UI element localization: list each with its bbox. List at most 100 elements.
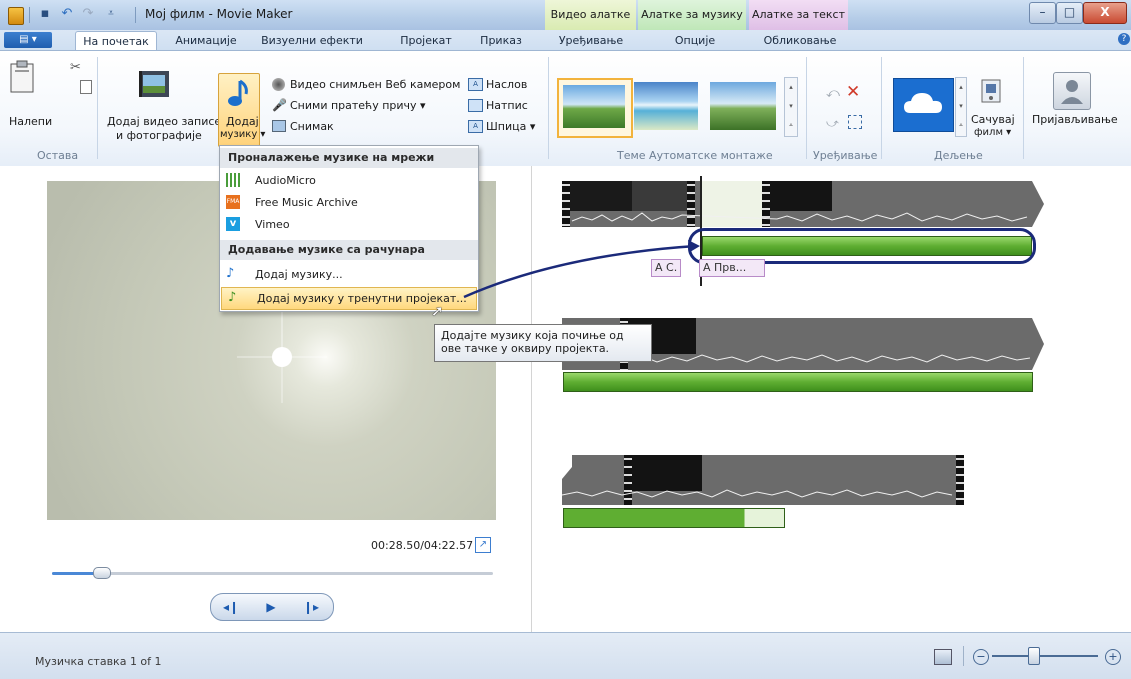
group-label-clipboard: Остава [37, 149, 79, 162]
caption-chip[interactable]: A C. [651, 259, 682, 277]
zoom-out-icon[interactable]: − [973, 649, 989, 665]
menu-item-add-music[interactable]: ♪ Додај музику... [220, 264, 478, 285]
webcam-video-button[interactable]: Видео снимљен Веб камером [290, 78, 460, 91]
movie-maker-app-icon[interactable] [8, 7, 24, 25]
tab-edit[interactable]: Уређивање [551, 31, 631, 50]
add-music-label-2: музику ▾ [220, 129, 266, 140]
fullscreen-icon[interactable]: ↗ [475, 537, 491, 553]
cut-icon[interactable]: ✂ [70, 60, 81, 75]
tooltip-line-2: ове тачке у оквиру пројекта. [441, 342, 610, 355]
sharing-scroll[interactable]: ▴ ▾ ⩡ [955, 77, 967, 137]
copy-icon[interactable] [80, 80, 92, 94]
music-note-icon [226, 78, 252, 110]
next-frame-icon[interactable]: ❙▸ [294, 597, 328, 617]
divider [97, 57, 98, 159]
tab-view[interactable]: Приказ [474, 31, 528, 50]
caption-icon [468, 99, 483, 112]
zoom-slider-thumb[interactable] [1028, 647, 1040, 665]
zoom-in-icon[interactable]: + [1105, 649, 1121, 665]
customize-toolbar-icon[interactable]: ⩡ [103, 6, 119, 22]
rotate-right-icon[interactable]: ⤻ [826, 116, 839, 131]
theme-thumb-1[interactable] [557, 78, 633, 138]
music-clip-row-3[interactable] [563, 508, 785, 528]
theme-thumb-3[interactable] [710, 82, 776, 130]
menu-item-free-music-archive[interactable]: FMA Free Music Archive [220, 192, 478, 213]
cloud-icon [904, 93, 942, 113]
menu-item-label: Free Music Archive [255, 196, 358, 209]
file-menu-button[interactable]: ▤ ▾ [4, 32, 52, 48]
fma-icon: FMA [226, 195, 240, 209]
audio-waveform [562, 489, 953, 498]
add-music-label-1: Додај [226, 115, 259, 128]
rotate-left-icon[interactable]: ⤺ [826, 86, 840, 101]
title-icon: A [468, 78, 483, 91]
tab-format[interactable]: Обликовање [760, 31, 840, 50]
credits-button[interactable]: Шпица ▾ [486, 120, 535, 133]
window-title: Мој филм - Movie Maker [145, 7, 293, 21]
seek-thumb[interactable] [93, 567, 111, 579]
maximize-button[interactable]: □ [1056, 2, 1083, 24]
menu-item-label: AudioMicro [255, 174, 316, 187]
seek-bar[interactable] [52, 572, 493, 575]
tab-project[interactable]: Пројекат [394, 31, 458, 50]
zoom-slider-track[interactable] [992, 655, 1098, 657]
status-text: Музичка ставка 1 of 1 [35, 655, 162, 668]
sign-in-icon[interactable] [1053, 72, 1091, 110]
music-clip-row-2[interactable] [563, 372, 1033, 392]
video-clip-row-1[interactable] [562, 181, 1044, 227]
playback-time: 00:28.50/04:22.57 [371, 539, 474, 552]
sign-in-button[interactable]: Пријављивање [1032, 113, 1118, 126]
add-music-dropdown: Проналажење музике на мрежи AudioMicro F… [219, 145, 479, 312]
add-videos-photos-icon[interactable] [135, 69, 175, 103]
title-bar: ▪ ↶ ↷ ⩡ Мој филм - Movie Maker Видео ала… [0, 0, 1131, 31]
record-narration-button[interactable]: Сними пратећу причу ▾ [290, 99, 426, 112]
audiomicro-icon [226, 173, 240, 187]
onedrive-share-button[interactable] [893, 78, 954, 132]
divider [963, 646, 964, 666]
title-chip[interactable]: A Прв... [699, 259, 765, 277]
paste-button-label[interactable]: Налепи [9, 115, 52, 128]
webcam-icon [272, 78, 285, 91]
themes-scroll[interactable]: ▴ ▾ ⩡ [784, 77, 798, 137]
theme-thumb-2[interactable] [634, 82, 698, 130]
save-movie-label-2[interactable]: филм ▾ [974, 127, 1011, 138]
previous-frame-icon[interactable]: ◂❙ [214, 597, 248, 617]
tab-animations[interactable]: Анимације [170, 31, 242, 50]
snapshot-button[interactable]: Снимак [290, 120, 334, 133]
mouse-cursor-icon: ➚ [431, 302, 444, 320]
divider [135, 7, 136, 23]
divider [548, 57, 549, 159]
remove-icon[interactable]: ✕ [846, 82, 860, 102]
caption-button[interactable]: Натпис [486, 99, 528, 112]
menu-section-online: Проналажење музике на мрежи [220, 148, 478, 168]
music-note-green-icon: ♪ [228, 290, 237, 305]
menu-item-label: Vimeo [255, 218, 290, 231]
divider [881, 57, 882, 159]
title-button[interactable]: Наслов [486, 78, 527, 91]
tab-options[interactable]: Опције [660, 31, 730, 50]
menu-item-vimeo[interactable]: v Vimeo [220, 214, 478, 235]
group-label-editing: Уређивање [813, 149, 878, 162]
redo-icon[interactable]: ↷ [80, 6, 96, 22]
storyboard-view-icon[interactable] [934, 649, 952, 665]
add-videos-label-2[interactable]: и фотографије [116, 129, 202, 142]
add-videos-label-1[interactable]: Додај видео записе [107, 115, 221, 128]
tooltip: Додајте музику која почиње од ове тачке … [434, 324, 652, 362]
snapshot-icon [272, 120, 286, 132]
save-movie-label-1[interactable]: Сачувај [971, 113, 1015, 126]
save-icon[interactable]: ▪ [37, 6, 53, 22]
menu-item-audiomicro[interactable]: AudioMicro [220, 170, 478, 191]
play-icon[interactable]: ▶ [254, 597, 288, 617]
group-label-themes: Теме Аутоматске монтаже [617, 149, 773, 162]
audio-waveform [571, 212, 1028, 222]
minimize-button[interactable]: – [1029, 2, 1056, 24]
tab-visual-effects[interactable]: Визуелни ефекти [257, 31, 367, 50]
video-clip-row-3[interactable] [562, 455, 964, 505]
close-button[interactable]: X [1083, 2, 1127, 24]
paste-icon[interactable] [8, 58, 38, 96]
tab-home[interactable]: На почетак [75, 31, 157, 51]
select-all-icon[interactable] [848, 115, 862, 129]
help-icon[interactable]: ? [1118, 33, 1130, 45]
playback-controls: ◂❙ ▶ ❙▸ [210, 593, 334, 621]
undo-icon[interactable]: ↶ [59, 6, 75, 22]
